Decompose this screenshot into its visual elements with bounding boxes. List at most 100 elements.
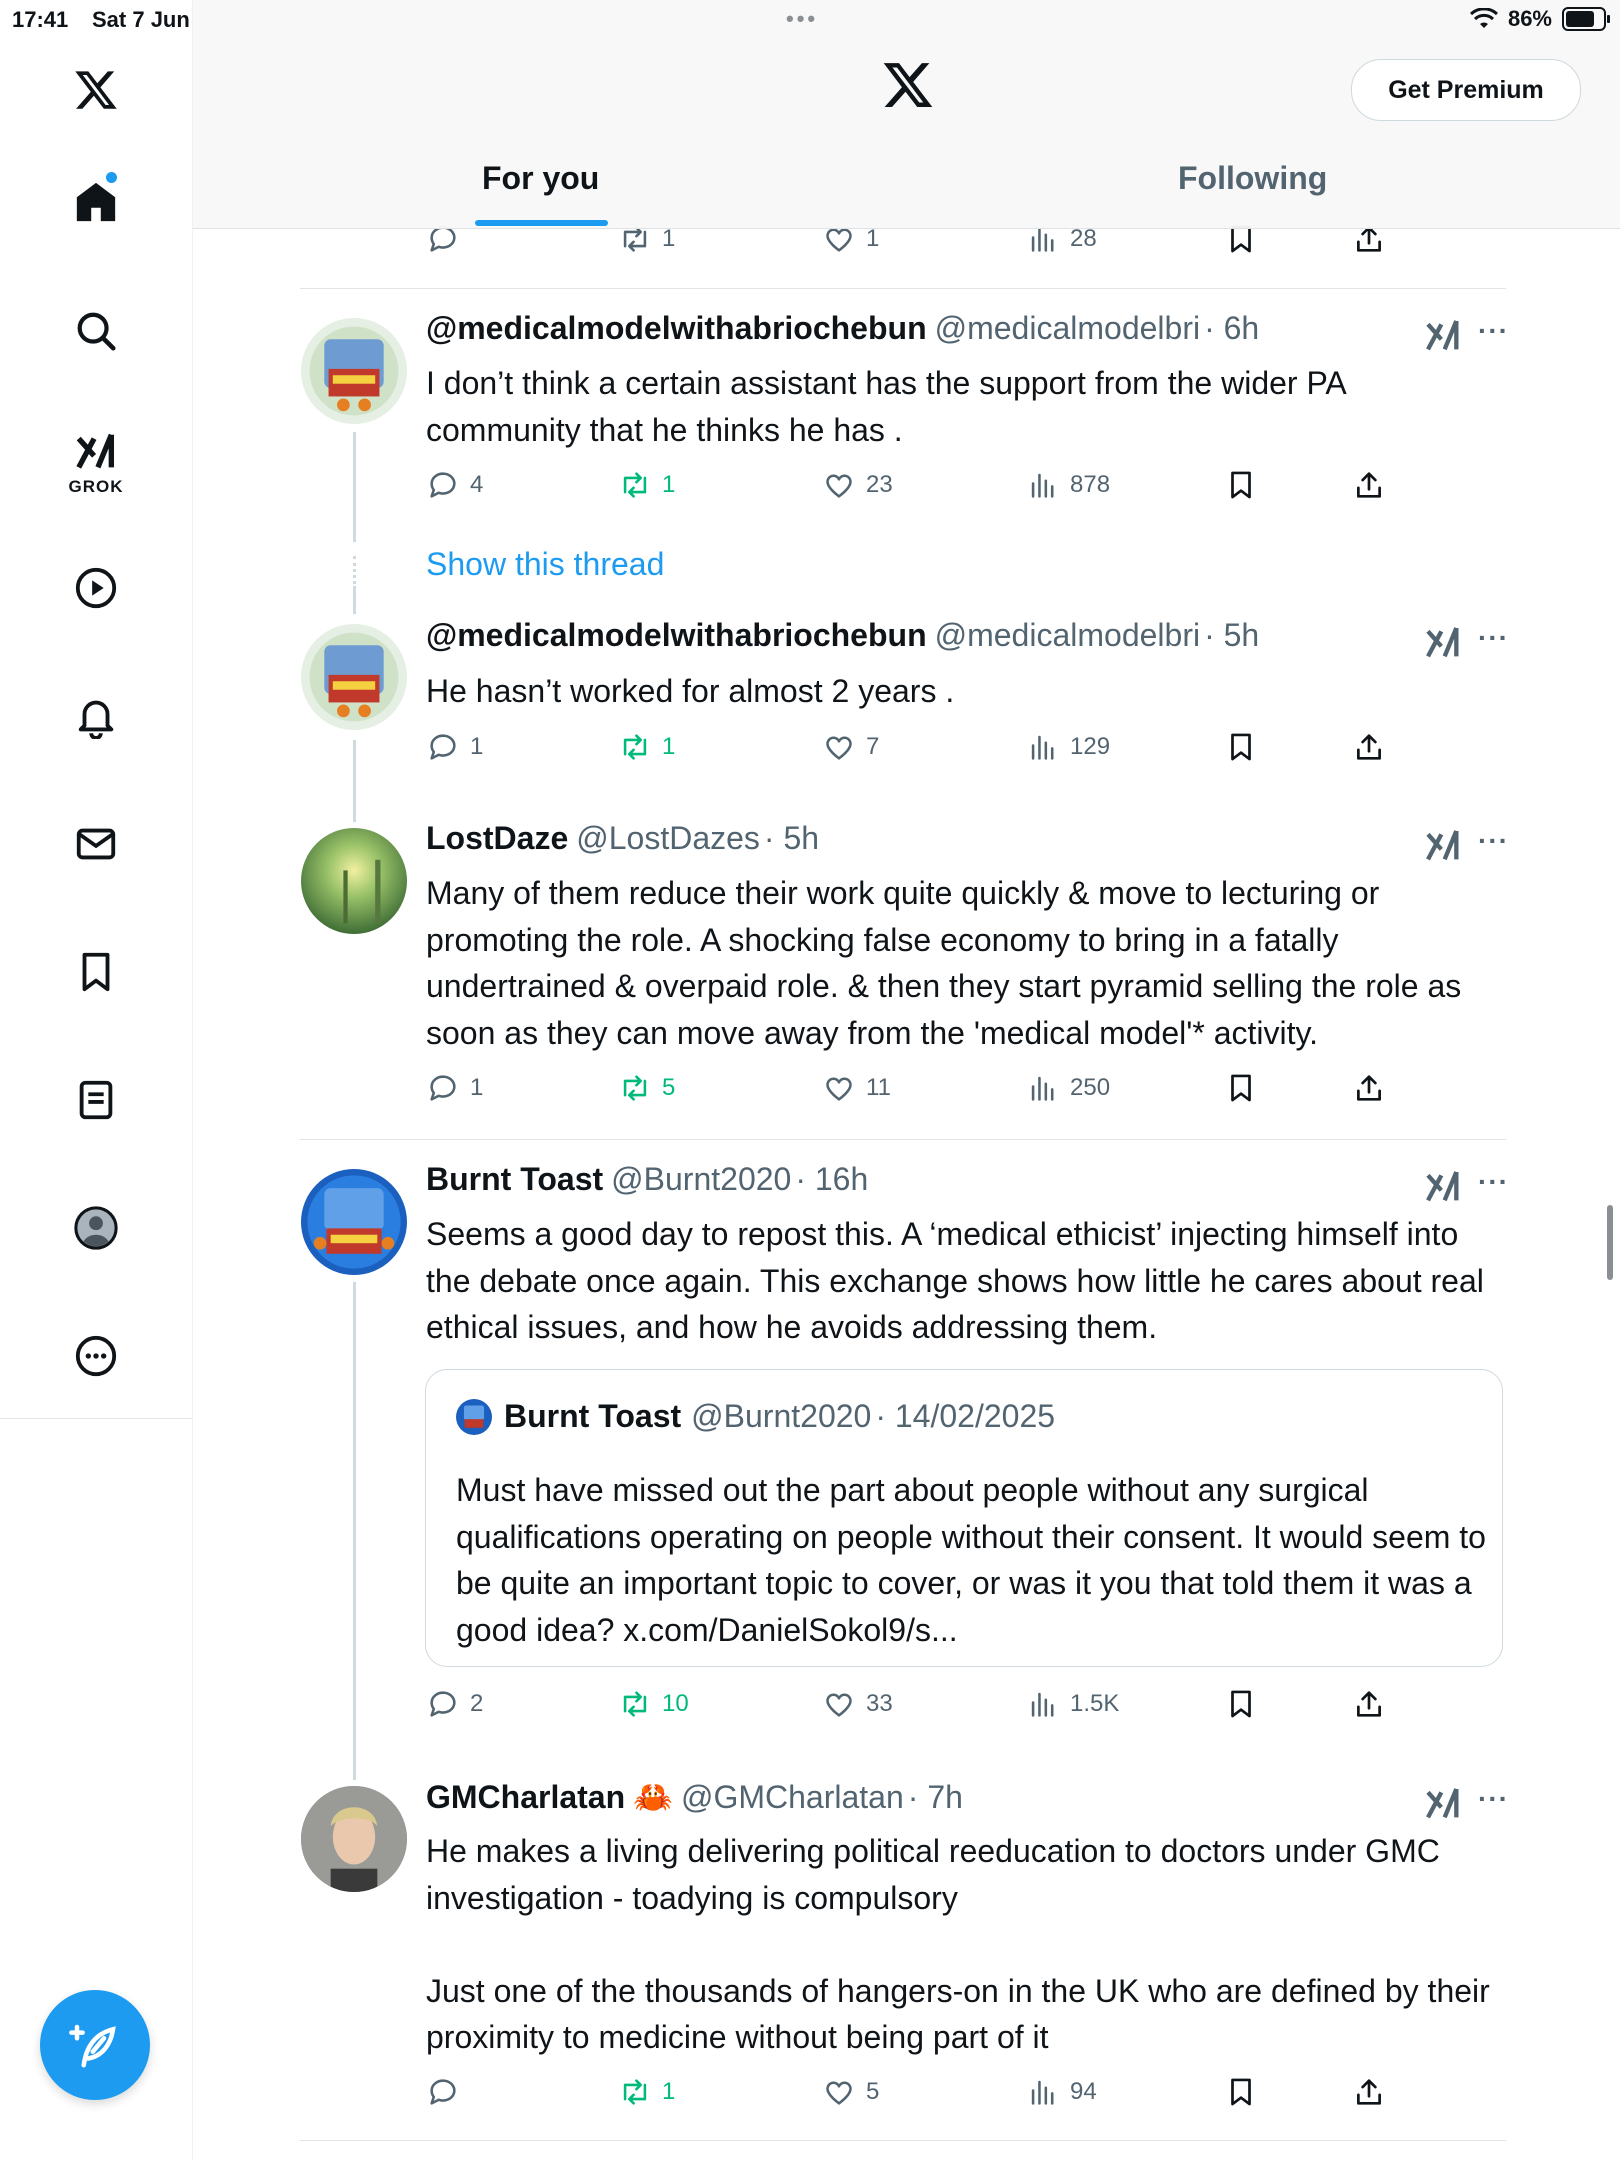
repost-icon — [623, 734, 647, 760]
sidebar-item-messages[interactable] — [64, 812, 128, 876]
repost-button[interactable]: 1 — [618, 2075, 675, 2109]
more-options-button[interactable]: ··· — [1478, 1166, 1509, 1198]
repost-button[interactable]: 5 — [618, 1071, 675, 1105]
grok-icon[interactable] — [1423, 826, 1463, 866]
quoted-author-name: Burnt Toast — [504, 1398, 682, 1434]
multitask-dots[interactable]: ••• — [786, 6, 818, 32]
sidebar-item-notifications[interactable] — [64, 684, 128, 748]
post-header: Burnt Toast @Burnt2020 · 16h — [426, 1161, 868, 1198]
views-button[interactable]: 94 — [1026, 2075, 1097, 2109]
avatar[interactable] — [301, 1169, 407, 1275]
like-button[interactable]: 7 — [822, 730, 879, 764]
bookmark-button[interactable] — [1224, 1687, 1258, 1721]
views-button[interactable]: 1.5K — [1026, 1687, 1119, 1721]
grok-icon[interactable] — [1423, 1167, 1463, 1207]
author-name[interactable]: Burnt Toast — [426, 1161, 603, 1197]
sidebar-item-video[interactable] — [64, 556, 128, 620]
bookmark-button[interactable] — [1224, 730, 1258, 764]
share-button[interactable] — [1352, 468, 1386, 502]
action-count: 5 — [662, 1074, 676, 1101]
post-time[interactable]: · 5h — [1204, 617, 1259, 653]
author-handle[interactable]: @Burnt2020 — [611, 1161, 791, 1197]
action-count: 5 — [866, 2078, 880, 2105]
repost-button[interactable]: 1 — [618, 730, 675, 764]
author-handle[interactable]: @LostDazes — [576, 820, 760, 856]
sidebar-item-bookmarks[interactable] — [64, 940, 128, 1004]
avatar[interactable] — [301, 318, 407, 424]
tab-following[interactable]: Following — [1178, 160, 1327, 197]
reply-button[interactable]: 1 — [426, 730, 483, 764]
views-button[interactable]: 250 — [1026, 1071, 1110, 1105]
post-time[interactable]: · 16h — [795, 1161, 868, 1197]
more-options-button[interactable]: ··· — [1478, 825, 1509, 857]
scrollbar[interactable] — [1607, 1205, 1613, 1280]
compose-post-button[interactable] — [40, 1990, 150, 2100]
more-options-button[interactable]: ··· — [1478, 1783, 1509, 1815]
share-button[interactable] — [1352, 1071, 1386, 1105]
like-button[interactable]: 23 — [822, 468, 893, 502]
bookmark-button[interactable] — [1224, 468, 1258, 502]
share-button[interactable] — [1352, 1687, 1386, 1721]
bookmark-button[interactable] — [1224, 1071, 1258, 1105]
share-button[interactable] — [1352, 2075, 1386, 2109]
reply-button[interactable]: 1 — [426, 1071, 483, 1105]
active-tab-indicator — [475, 220, 608, 226]
battery-level — [1566, 11, 1594, 27]
repost-icon — [623, 472, 647, 498]
sidebar-item-grok[interactable] — [64, 420, 128, 484]
sidebar-item-more[interactable] — [64, 1324, 128, 1388]
get-premium-button[interactable]: Get Premium — [1351, 59, 1581, 121]
like-button[interactable]: 33 — [822, 1687, 893, 1721]
share-button[interactable] — [1352, 730, 1386, 764]
post-time[interactable]: · 6h — [1204, 310, 1259, 346]
mail-icon — [76, 828, 116, 860]
sidebar-item-search[interactable] — [64, 299, 128, 363]
reply-button[interactable]: 4 — [426, 468, 483, 502]
author-name[interactable]: GMCharlatan — [426, 1779, 625, 1815]
repost-button[interactable]: 1 — [618, 468, 675, 502]
author-handle[interactable]: @medicalmodelbri — [935, 310, 1200, 346]
action-count: 33 — [866, 1690, 893, 1717]
show-thread-link[interactable]: Show this thread — [426, 546, 664, 583]
thread-line — [353, 1282, 356, 1780]
quoted-post-header: Burnt Toast @Burnt2020 · 14/02/2025 — [456, 1398, 1055, 1435]
more-options-button[interactable]: ··· — [1478, 622, 1509, 654]
sidebar-item-home[interactable] — [64, 170, 128, 234]
avatar[interactable] — [301, 1786, 407, 1892]
grok-icon[interactable] — [1423, 1784, 1463, 1824]
action-count: 1 — [662, 733, 676, 760]
avatar[interactable] — [301, 624, 407, 730]
grok-icon[interactable] — [1423, 316, 1463, 356]
views-button[interactable]: 878 — [1026, 468, 1110, 502]
post-actions: 1 5 94 — [426, 2075, 1596, 2115]
post-header: LostDaze @LostDazes · 5h — [426, 820, 819, 857]
quoted-post[interactable]: Burnt Toast @Burnt2020 · 14/02/2025 Must h… — [425, 1369, 1503, 1667]
author-handle[interactable]: @medicalmodelbri — [935, 617, 1200, 653]
tab-for-you[interactable]: For you — [482, 160, 599, 197]
author-name[interactable]: LostDaze — [426, 820, 568, 856]
more-options-button[interactable]: ··· — [1478, 315, 1509, 347]
like-button[interactable]: 11 — [822, 1071, 891, 1105]
sidebar-item-profile[interactable] — [64, 1196, 128, 1260]
lists-icon — [79, 1080, 113, 1120]
x-logo-icon[interactable] — [64, 58, 128, 122]
action-count: 11 — [866, 1074, 891, 1101]
post-time[interactable]: · 7h — [908, 1779, 963, 1815]
author-name[interactable]: @medicalmodelwithabriochebun — [426, 617, 927, 653]
author-handle[interactable]: @GMCharlatan — [681, 1779, 904, 1815]
reply-button[interactable] — [426, 2075, 470, 2109]
views-button[interactable]: 129 — [1026, 730, 1110, 764]
sidebar-item-lists[interactable] — [64, 1068, 128, 1132]
x-logo-icon[interactable] — [881, 58, 935, 112]
author-name[interactable]: @medicalmodelwithabriochebun — [426, 310, 927, 346]
bookmark-button[interactable] — [1224, 2075, 1258, 2109]
post-time[interactable]: · 5h — [764, 820, 819, 856]
repost-button[interactable]: 10 — [618, 1687, 689, 1721]
bookmark-icon — [1231, 1074, 1251, 1102]
grok-icon[interactable] — [1423, 623, 1463, 663]
reply-button[interactable]: 2 — [426, 1687, 483, 1721]
avatar[interactable] — [301, 828, 407, 934]
sidebar-divider — [0, 1418, 192, 1419]
action-count: 7 — [866, 733, 880, 760]
like-button[interactable]: 5 — [822, 2075, 879, 2109]
